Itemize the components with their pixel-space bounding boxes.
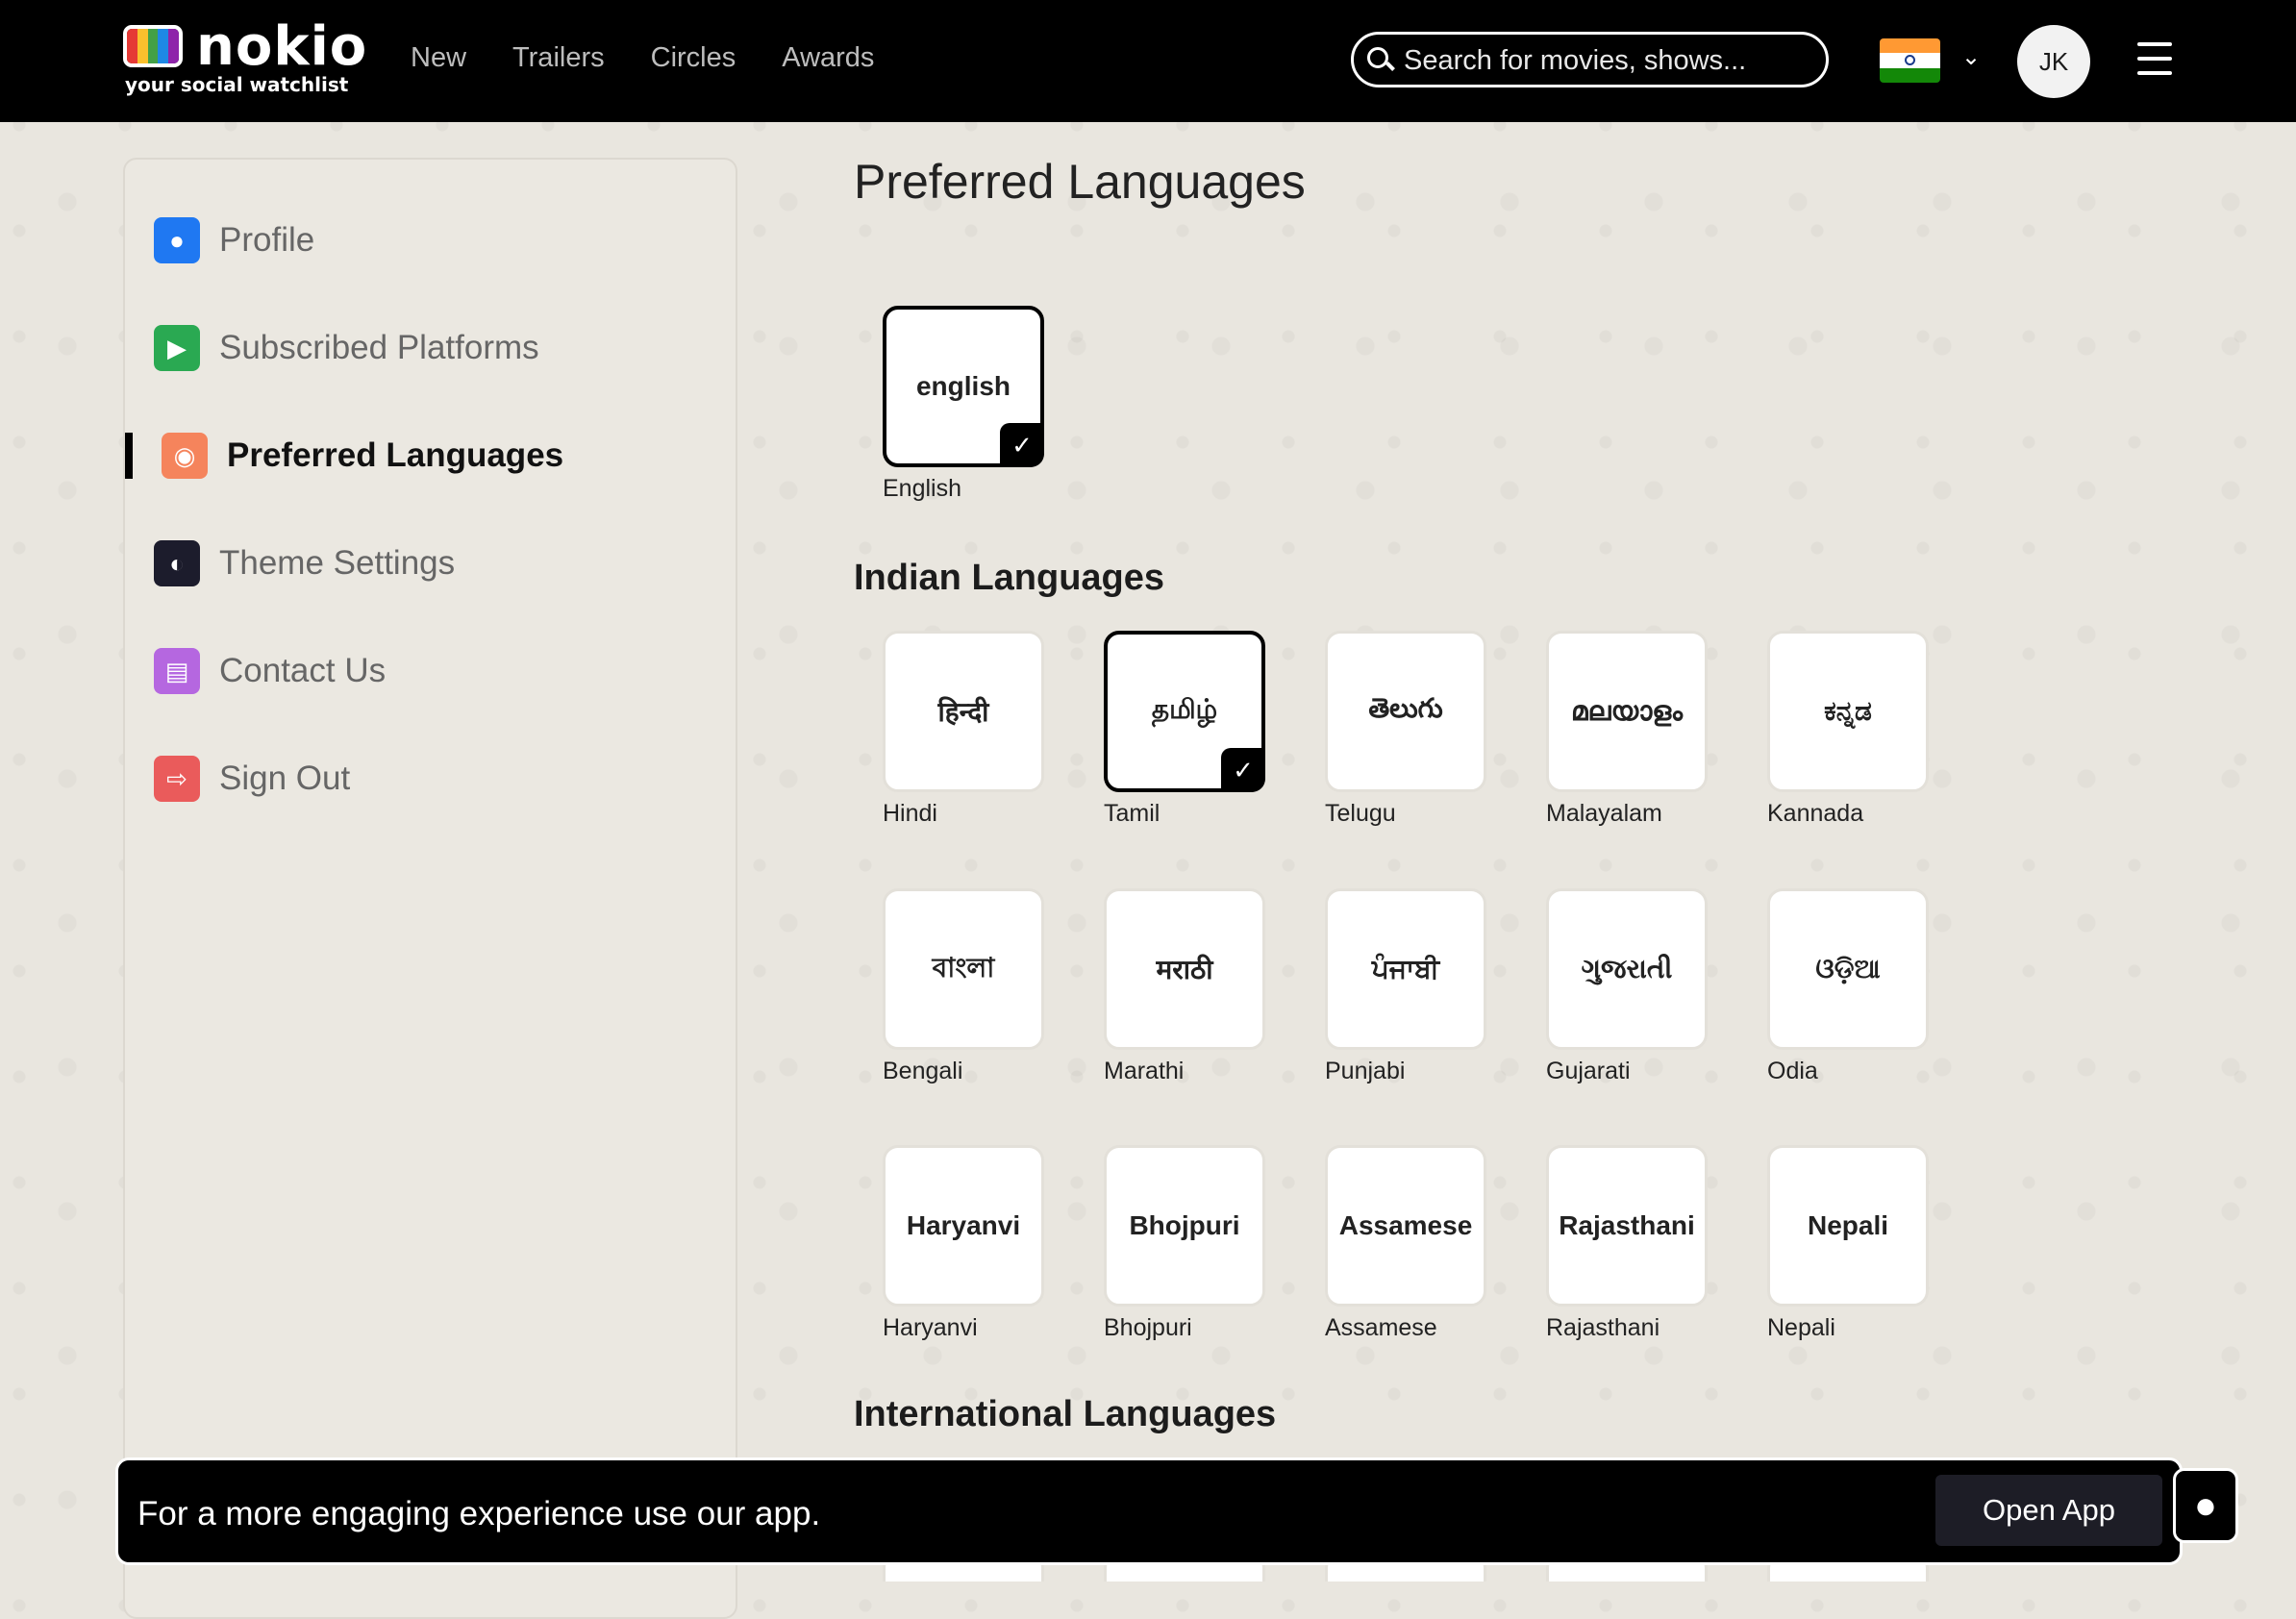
language-label: Bhojpuri <box>1104 1314 1192 1341</box>
language-script: Bhojpuri <box>1129 1210 1240 1240</box>
top-navigation-bar: nokio your social watchlist New Trailers… <box>0 0 2296 122</box>
tv-icon: ▶ <box>154 325 200 371</box>
language-script: english <box>915 371 1011 401</box>
language-label: Haryanvi <box>883 1314 978 1341</box>
language-script: Nepali <box>1807 1210 1889 1240</box>
language-tile-odia[interactable]: ଓଡ଼ିଆ <box>1767 888 1929 1050</box>
app-promo-banner: For a more engaging experience use our a… <box>115 1457 2183 1565</box>
language-label: Malayalam <box>1546 800 1662 827</box>
search-input[interactable] <box>1402 40 1809 81</box>
sign-out-icon: ⇨ <box>154 756 200 802</box>
language-script: Haryanvi <box>906 1210 1021 1240</box>
sidebar-item-label: Profile <box>219 221 315 259</box>
banner-message: For a more engaging experience use our a… <box>137 1495 821 1532</box>
language-tile-bhojpuri[interactable]: Bhojpuri <box>1104 1145 1265 1307</box>
language-script: తెలుగు <box>1368 692 1443 723</box>
sidebar-item-profile[interactable]: ● Profile <box>154 212 314 269</box>
sidebar-item-sign-out[interactable]: ⇨ Sign Out <box>154 750 350 808</box>
check-icon: ✓ <box>1000 423 1044 467</box>
apple-icon[interactable]: ● <box>2173 1468 2238 1543</box>
language-label: Marathi <box>1104 1058 1185 1084</box>
check-icon: ✓ <box>1221 748 1265 792</box>
india-flag-icon[interactable] <box>1880 38 1940 83</box>
language-script: বাংলা <box>932 952 995 983</box>
language-label: Rajasthani <box>1546 1314 1660 1341</box>
language-script: ગુજરાતી <box>1581 953 1673 984</box>
language-label: Gujarati <box>1546 1058 1631 1084</box>
sidebar-item-label: Preferred Languages <box>227 436 564 474</box>
section-title-international: International Languages <box>854 1394 1277 1434</box>
sidebar-item-preferred-languages[interactable]: ◉ Preferred Languages <box>162 427 563 485</box>
sidebar-item-contact-us[interactable]: ▤ Contact Us <box>154 642 386 700</box>
language-label: Assamese <box>1325 1314 1437 1341</box>
language-tile-haryanvi[interactable]: Haryanvi <box>883 1145 1044 1307</box>
language-label: Punjabi <box>1325 1058 1406 1084</box>
tv-logo-icon <box>123 25 183 67</box>
language-label: Hindi <box>883 800 937 827</box>
language-tile-punjabi[interactable]: ਪੰਜਾਬੀ <box>1325 888 1486 1050</box>
sidebar-item-subscribed-platforms[interactable]: ▶ Subscribed Platforms <box>154 319 539 377</box>
person-icon: ● <box>154 217 200 263</box>
settings-sidebar: ● Profile ▶ Subscribed Platforms ◉ Prefe… <box>123 158 737 1619</box>
language-script: മലയാളം <box>1570 695 1684 726</box>
logo-tagline: your social watchlist <box>125 73 349 96</box>
language-tile-bengali[interactable]: বাংলা <box>883 888 1044 1050</box>
language-script: ಕನ್ನಡ <box>1824 695 1872 726</box>
hamburger-menu-icon[interactable] <box>2137 42 2172 75</box>
language-tile-malayalam[interactable]: മലയാളം <box>1546 631 1708 792</box>
sidebar-item-label: Sign Out <box>219 760 351 797</box>
nav-link-new[interactable]: New <box>411 42 466 74</box>
language-label: Kannada <box>1767 800 1864 827</box>
nav-link-trailers[interactable]: Trailers <box>512 42 605 74</box>
theme-icon: ◐ <box>154 540 200 586</box>
sidebar-item-theme-settings[interactable]: ◐ Theme Settings <box>154 535 455 592</box>
language-label: Odia <box>1767 1058 1818 1084</box>
sidebar-item-label: Subscribed Platforms <box>219 329 539 366</box>
section-title-indian: Indian Languages <box>854 558 1165 598</box>
language-tile-rajasthani[interactable]: Rajasthani <box>1546 1145 1708 1307</box>
language-script: தமிழ் <box>1151 694 1218 724</box>
language-tile-assamese[interactable]: Assamese <box>1325 1145 1486 1307</box>
language-script: ଓଡ଼ିଆ <box>1815 953 1881 984</box>
language-tile-telugu[interactable]: తెలుగు <box>1325 631 1486 792</box>
language-tile-nepali[interactable]: Nepali <box>1767 1145 1929 1307</box>
logo-wordmark: nokio <box>196 15 368 78</box>
nav-link-circles[interactable]: Circles <box>651 42 736 74</box>
sidebar-item-label: Contact Us <box>219 652 387 689</box>
nav-link-awards[interactable]: Awards <box>782 42 874 74</box>
language-label: Bengali <box>883 1058 963 1084</box>
page-title: Preferred Languages <box>854 155 1306 209</box>
language-tile-gujarati[interactable]: ગુજરાતી <box>1546 888 1708 1050</box>
chevron-down-icon[interactable]: ⌄ <box>1958 44 1984 71</box>
search-box <box>1351 32 1829 87</box>
active-indicator <box>125 433 133 479</box>
language-tile-kannada[interactable]: ಕನ್ನಡ <box>1767 631 1929 792</box>
language-script: हिन्दी <box>937 697 989 727</box>
language-script: Rajasthani <box>1559 1210 1695 1240</box>
language-tile-tamil[interactable]: தமிழ் ✓ <box>1104 631 1265 792</box>
language-label: Nepali <box>1767 1314 1835 1341</box>
language-tile-hindi[interactable]: हिन्दी <box>883 631 1044 792</box>
chat-icon: ▤ <box>154 648 200 694</box>
language-label: English <box>883 475 961 502</box>
language-script: ਪੰਜਾਬੀ <box>1371 953 1440 984</box>
language-icon: ◉ <box>162 433 208 479</box>
avatar[interactable]: JK <box>2017 25 2090 98</box>
language-label: Tamil <box>1104 800 1160 827</box>
open-app-button[interactable]: Open App <box>1935 1475 2162 1546</box>
sidebar-item-label: Theme Settings <box>219 544 456 582</box>
main-nav: New Trailers Circles Awards <box>411 42 874 74</box>
language-label: Telugu <box>1325 800 1396 827</box>
language-script: Assamese <box>1338 1210 1473 1240</box>
search-icon <box>1367 47 1388 68</box>
language-script: मराठी <box>1156 955 1213 984</box>
language-tile-marathi[interactable]: मराठी <box>1104 888 1265 1050</box>
language-tile-english[interactable]: english ✓ <box>883 306 1044 467</box>
